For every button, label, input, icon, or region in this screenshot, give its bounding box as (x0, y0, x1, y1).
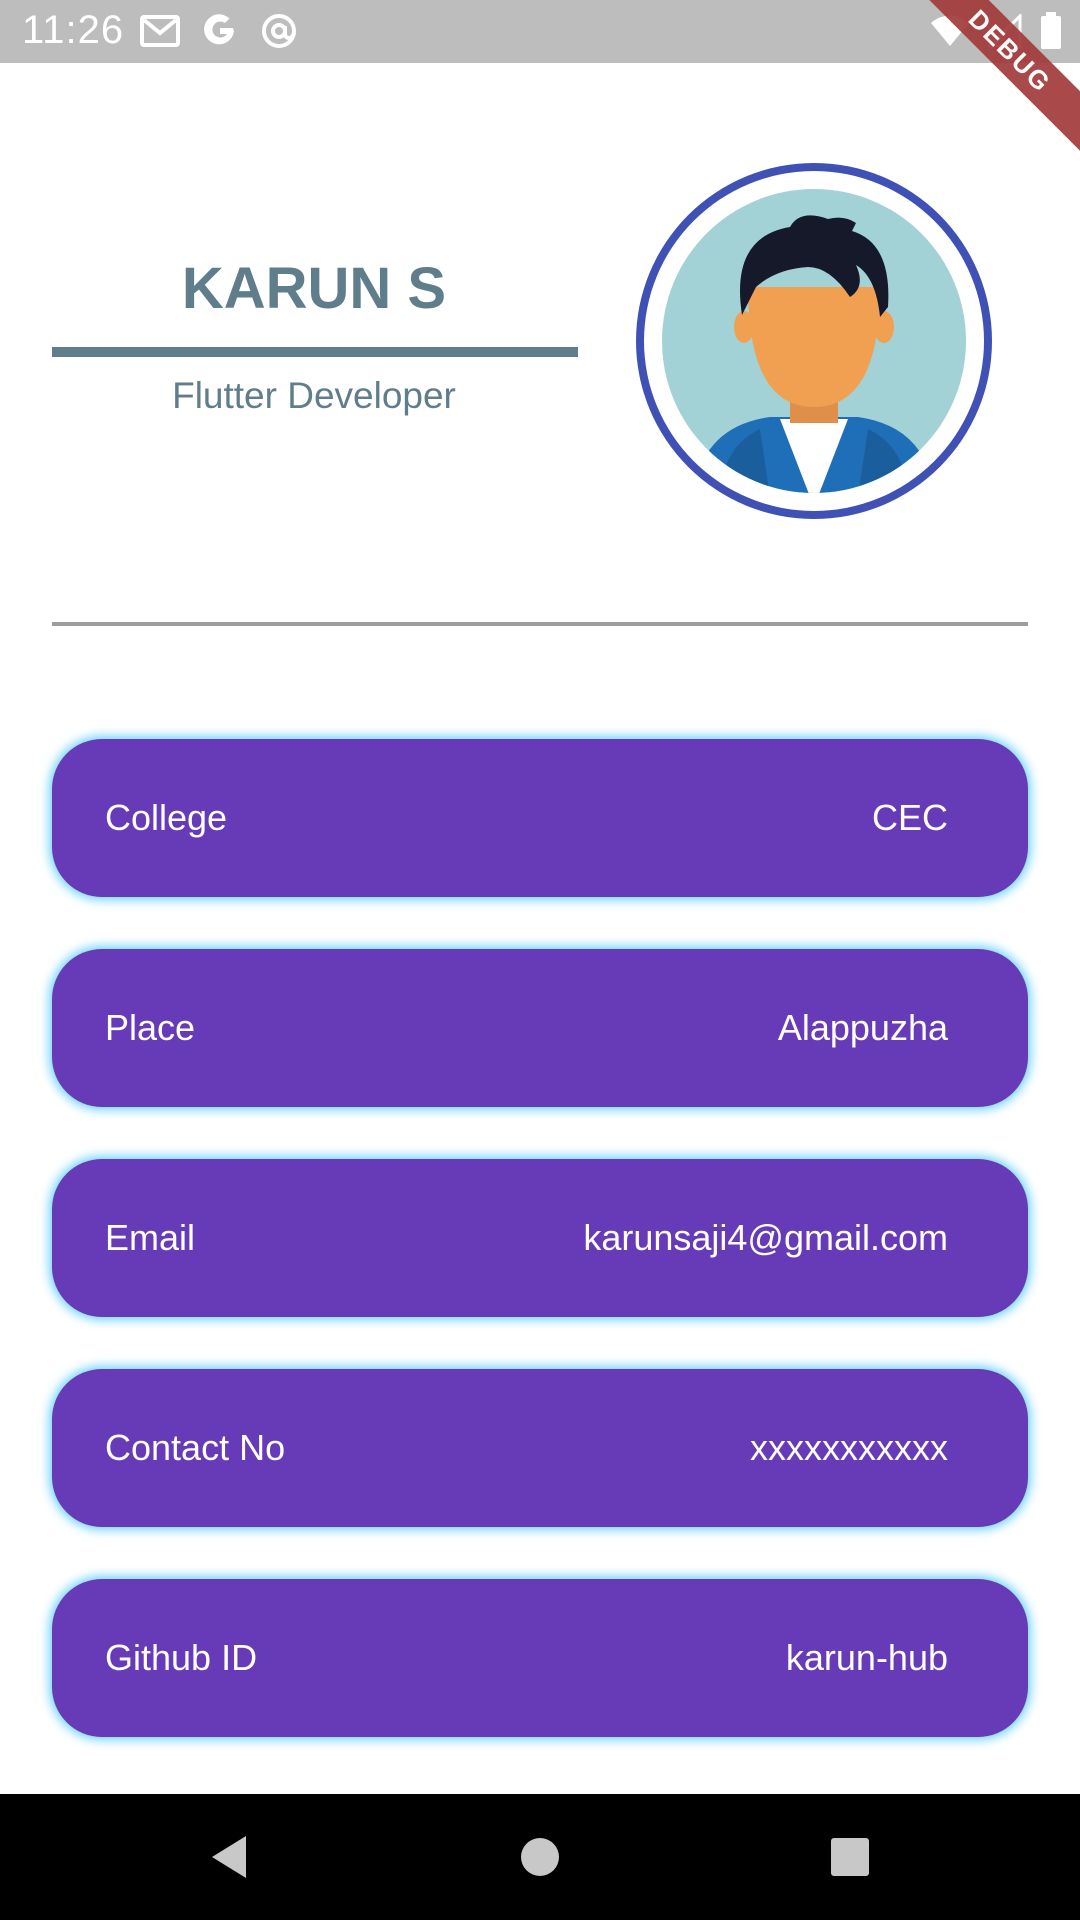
section-divider (52, 622, 1028, 626)
info-card-place[interactable]: Place Alappuzha (52, 949, 1028, 1107)
card-label: Github ID (105, 1637, 258, 1678)
status-time: 11:26 (22, 8, 125, 52)
info-card-github[interactable]: Github ID karun-hub (52, 1579, 1028, 1737)
info-card-contact[interactable]: Contact No xxxxxxxxxxx (52, 1369, 1028, 1527)
card-label: Contact No (105, 1427, 286, 1468)
gmail-icon (140, 14, 180, 53)
card-value: CEC (871, 797, 948, 838)
navigation-bar (0, 1794, 1080, 1920)
recents-button[interactable] (817, 1824, 883, 1890)
recents-icon (831, 1838, 869, 1876)
card-value: karunsaji4@gmail.com (583, 1217, 948, 1258)
card-value: Alappuzha (777, 1007, 948, 1048)
home-icon (521, 1838, 559, 1876)
google-icon (202, 13, 238, 54)
card-label: Place (105, 1007, 196, 1048)
name-underline (52, 347, 578, 357)
profile-name: KARUN S (181, 256, 447, 321)
battery-icon (1040, 12, 1062, 55)
screen: 11:26 DEBUG KARUN S Flutter Developer Co… (0, 0, 1080, 1920)
card-value: karun-hub (785, 1637, 948, 1678)
back-icon (212, 1836, 246, 1878)
info-card-email[interactable]: Email karunsaji4@gmail.com (52, 1159, 1028, 1317)
home-button[interactable] (507, 1824, 573, 1890)
status-notification-icons (140, 12, 298, 55)
info-card-college[interactable]: College CEC (52, 739, 1028, 897)
profile-role: Flutter Developer (172, 375, 456, 416)
back-button[interactable] (198, 1824, 264, 1890)
card-value: xxxxxxxxxxx (750, 1427, 948, 1468)
status-bar: 11:26 (0, 0, 1080, 63)
at-sign-icon (260, 12, 298, 55)
card-label: Email (105, 1217, 196, 1258)
avatar-person-icon (636, 163, 992, 519)
avatar (630, 157, 998, 525)
card-label: College (105, 797, 228, 838)
